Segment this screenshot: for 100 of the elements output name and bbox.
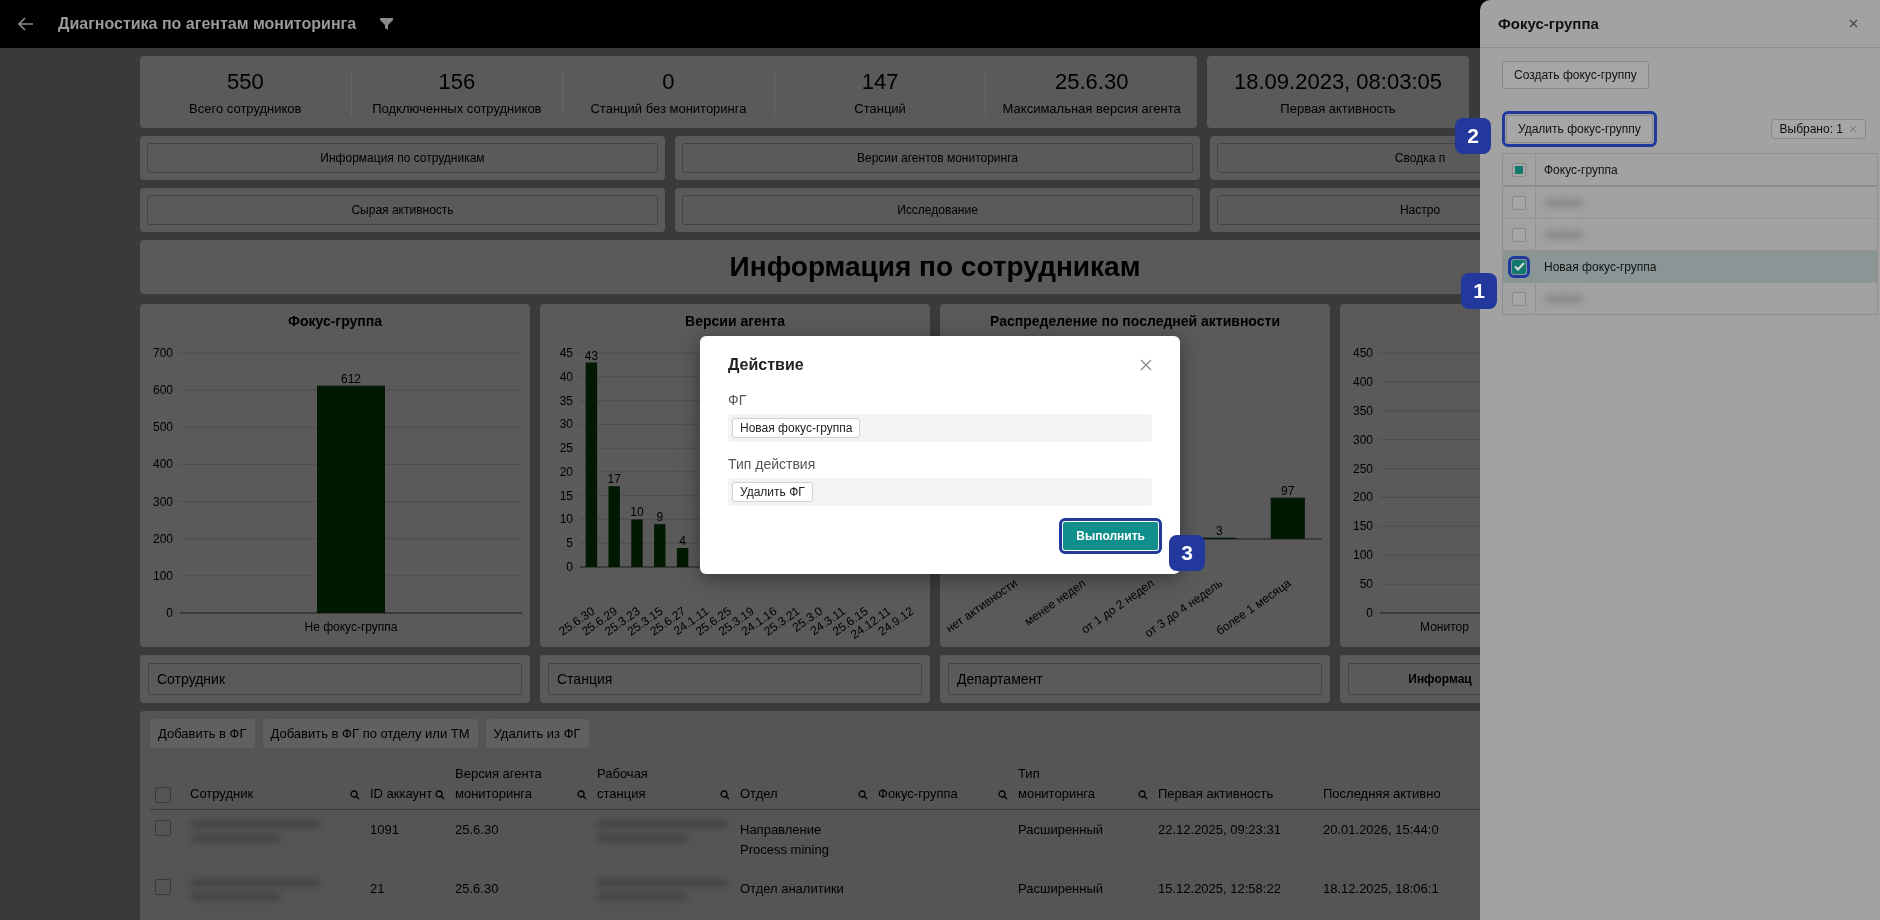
select-field[interactable]: Удалить ФГ [728, 478, 1152, 506]
table-cell: 20.01.2026, 15:44:0 [1323, 822, 1439, 837]
axis-label: 0 [166, 606, 173, 620]
axis-label: 200 [1352, 490, 1373, 505]
nav-button[interactable]: Исследование [682, 195, 1193, 225]
axis-label: 25 [559, 441, 573, 456]
create-button[interactable]: Создать фокус-группу [1502, 61, 1649, 89]
chart-title: Версии агента [684, 312, 786, 331]
run-button[interactable]: Выполнить [1063, 522, 1158, 550]
stat-value: 147 [861, 68, 899, 95]
search-icon[interactable] [435, 790, 445, 800]
stat-label: Станций [854, 100, 906, 116]
filter-field[interactable]: Станция [548, 663, 922, 695]
value-label: 9 [656, 510, 664, 525]
stat-label: Всего сотрудников [189, 100, 302, 116]
close-icon[interactable] [1849, 19, 1858, 28]
stat-label: Максимальная версия агента [1002, 100, 1181, 116]
dialog-title: Действие [728, 356, 804, 374]
checkbox[interactable] [155, 787, 171, 803]
filter-field[interactable]: Департамент [948, 663, 1322, 695]
search-icon[interactable] [577, 790, 587, 800]
bar [631, 519, 643, 567]
axis-label: 700 [152, 346, 173, 360]
column-header: Рабочая станция [597, 765, 649, 803]
section-heading: Информация по сотрудникам [729, 251, 1141, 283]
axis-label: 200 [152, 531, 173, 546]
action-button[interactable]: Добавить в ФГ [150, 719, 255, 748]
column-header: ID аккаунт [370, 784, 433, 803]
table-cell: 22.12.2025, 09:23:31 [1158, 822, 1281, 837]
filter-icon[interactable] [380, 18, 394, 30]
checkbox[interactable] [1512, 162, 1526, 177]
table-cell: 1091 [370, 822, 399, 837]
axis-label: 150 [1352, 519, 1373, 534]
axis-label: 40 [559, 369, 573, 384]
axis-label: 30 [559, 417, 573, 432]
value-label: 4 [679, 534, 686, 548]
back-arrow-icon[interactable] [18, 17, 34, 31]
value-label: 3 [1216, 523, 1223, 538]
axis-label: Не фокус-группа [304, 620, 398, 634]
column-header: Отдел [740, 784, 778, 803]
checkbox[interactable] [155, 820, 171, 836]
delete-button[interactable]: Удалить фокус-группу [1506, 115, 1653, 143]
value-label: 612 [341, 371, 361, 386]
axis-label: 400 [1352, 374, 1373, 389]
search-icon[interactable] [350, 790, 360, 800]
clear-icon[interactable] [1849, 125, 1857, 133]
filter-field[interactable]: Сотрудник [148, 663, 522, 695]
value-label: 10 [630, 505, 644, 520]
bar [1270, 497, 1305, 539]
table-cell: Расширенный [1018, 881, 1104, 896]
value-label: 43 [584, 348, 599, 363]
table-cell: Расширенный [1018, 822, 1104, 837]
stat-value: 25.6.30 [1054, 68, 1129, 95]
chart-title: Фокус-группа [286, 312, 384, 331]
stat-value: 18.09.2023, 08:03:05 [1234, 68, 1442, 95]
axis-label: 35 [559, 393, 573, 408]
select-field[interactable]: Новая фокус-группа [728, 414, 1152, 442]
close-icon[interactable] [1140, 359, 1152, 371]
bar [654, 524, 666, 567]
checkbox[interactable] [155, 879, 171, 895]
stat-value: 0 [662, 68, 675, 95]
group-name: Новая фокус-группа [1544, 259, 1657, 274]
table-cell: 25.6.30 [455, 822, 499, 837]
search-icon[interactable] [858, 790, 868, 800]
axis-label: 20 [559, 464, 573, 479]
nav-button[interactable]: Информация по сотрудникам [147, 143, 658, 173]
column-header: Сотрудник [190, 784, 254, 803]
value-label: 17 [607, 472, 621, 487]
checkbox[interactable] [1512, 227, 1526, 242]
checkbox[interactable] [1512, 291, 1526, 306]
nav-button[interactable]: Версии агентов мониторинга [682, 143, 1193, 173]
checkbox[interactable] [1512, 195, 1526, 210]
search-icon[interactable] [720, 790, 730, 800]
column-header: Первая активность [1158, 784, 1274, 803]
step-badge: 3 [1169, 535, 1205, 571]
search-icon[interactable] [1138, 790, 1148, 800]
search-icon[interactable] [998, 790, 1008, 800]
column-header: Фокус-группа [878, 784, 958, 803]
table-cell: 21 [370, 881, 385, 896]
step-badge: 2 [1455, 118, 1491, 154]
stat-label: Станций без мониторинга [590, 100, 747, 116]
field-label: ФГ [728, 392, 747, 408]
field-label: Тип действия [728, 456, 816, 472]
action-button[interactable]: Добавить в ФГ по отделу или ТМ [262, 719, 478, 748]
table-cell: Отдел аналитики [740, 881, 844, 896]
bar [676, 548, 689, 567]
column-header: Тип мониторинга [1018, 765, 1096, 803]
axis-label: 500 [152, 420, 173, 435]
axis-label: 600 [152, 383, 173, 398]
axis-label: 100 [152, 568, 173, 583]
table-cell: 25.6.30 [455, 881, 499, 896]
selection-count: Выбрано: 1 [1779, 122, 1843, 136]
axis-label: 300 [152, 494, 173, 509]
axis-label: 250 [1352, 461, 1373, 476]
stat-label: Подключенных сотрудников [372, 100, 542, 116]
action-button[interactable]: Удалить из ФГ [485, 719, 589, 748]
table-cell: 15.12.2025, 12:58:22 [1158, 881, 1281, 896]
stat-label: Первая активность [1280, 100, 1396, 116]
axis-label: 5 [566, 536, 573, 551]
nav-button[interactable]: Сырая активность [147, 195, 658, 225]
